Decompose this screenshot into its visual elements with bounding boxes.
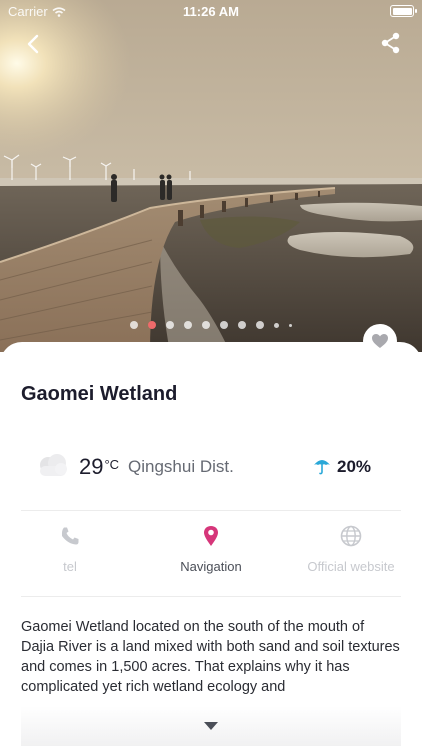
map-pin-icon	[204, 526, 218, 546]
wetland-photo	[0, 0, 422, 352]
temperature-value: 29	[79, 454, 104, 479]
navigation-button[interactable]: Navigation	[141, 523, 281, 574]
carousel-dot-active[interactable]	[148, 321, 156, 329]
clock: 11:26 AM	[183, 4, 239, 19]
tel-button[interactable]: tel	[0, 523, 140, 574]
carousel-dot[interactable]	[202, 321, 210, 329]
official-website-button[interactable]: Official website	[281, 523, 421, 574]
carousel-dot[interactable]	[274, 322, 279, 328]
place-title: Gaomei Wetland	[21, 383, 178, 405]
carousel-dot[interactable]	[289, 323, 292, 327]
umbrella-icon	[314, 460, 330, 475]
weather-row: 29°C Qingshui Dist. 20%	[36, 449, 386, 485]
divider	[21, 596, 401, 597]
district-label: Qingshui Dist.	[128, 457, 234, 476]
battery-icon	[390, 5, 417, 17]
globe-icon	[340, 525, 362, 547]
cloud-icon	[40, 454, 67, 476]
share-button[interactable]	[380, 31, 402, 55]
chevron-down-icon	[204, 722, 218, 730]
description-text: Gaomei Wetland located on the south of t…	[21, 619, 400, 695]
carousel-dot[interactable]	[256, 321, 264, 329]
status-bar: Carrier 11:26 AM	[0, 0, 422, 22]
official-website-label: Official website	[307, 559, 395, 574]
carousel-indicator[interactable]	[0, 321, 422, 329]
hero-photo[interactable]: Carrier 11:26 AM	[0, 0, 422, 352]
heart-icon	[372, 334, 388, 348]
navigation-label: Navigation	[180, 559, 242, 574]
carousel-dot[interactable]	[238, 321, 246, 329]
share-icon	[381, 32, 400, 54]
carousel-dot[interactable]	[220, 321, 228, 329]
temperature-unit: °C	[104, 457, 120, 472]
carousel-dot[interactable]	[130, 321, 138, 329]
temperature: 29°C	[79, 454, 119, 480]
carousel-dot[interactable]	[184, 321, 192, 329]
phone-icon	[61, 527, 79, 545]
chevron-left-icon	[27, 34, 39, 54]
back-button[interactable]	[20, 30, 48, 58]
favorite-button[interactable]	[363, 324, 397, 358]
action-bar: tel Navigation Official website	[0, 511, 422, 597]
carousel-dot[interactable]	[166, 321, 174, 329]
tel-label: tel	[63, 559, 77, 574]
expand-description-button[interactable]	[21, 706, 401, 746]
rain-chance: 20%	[337, 457, 372, 476]
